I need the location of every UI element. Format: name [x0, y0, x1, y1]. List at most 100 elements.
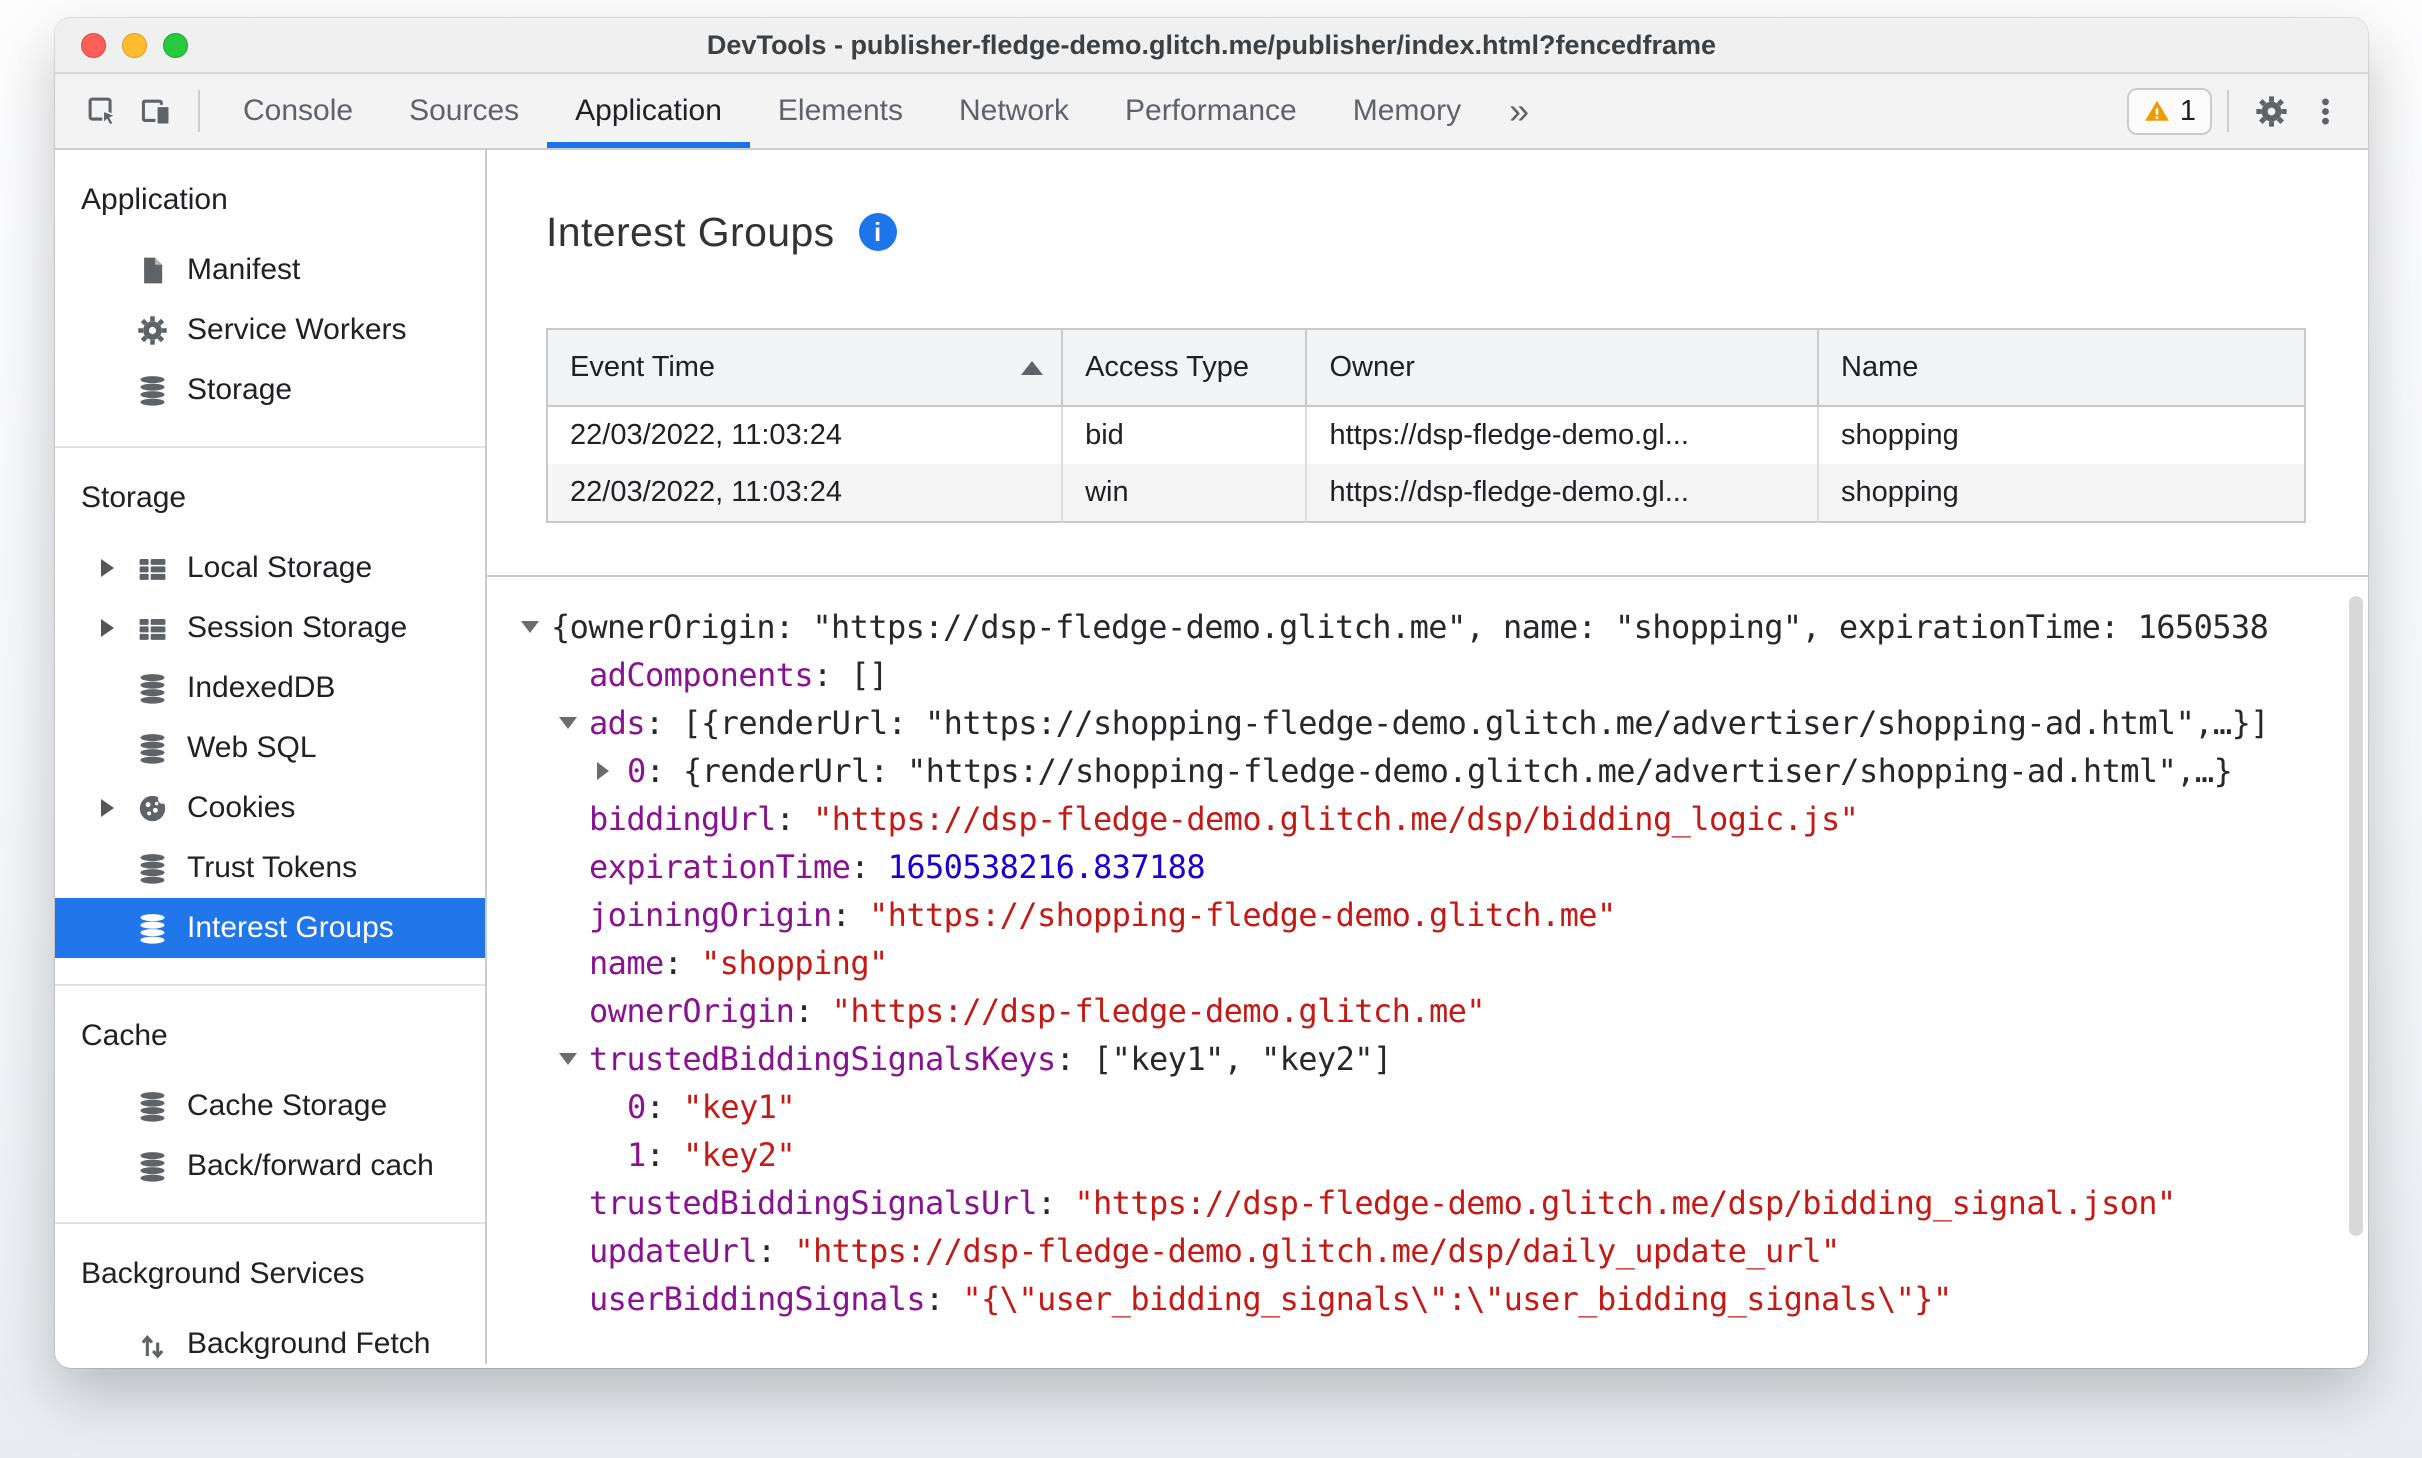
page-title: Interest Groups [546, 209, 835, 255]
table-row[interactable]: 22/03/2022, 11:03:24 win https://dsp-fledg… [547, 464, 2305, 522]
sidebar-item-indexeddb[interactable]: IndexedDB [55, 658, 485, 718]
toolbar-separator [198, 90, 200, 132]
collapse-arrow-icon[interactable] [559, 1053, 589, 1065]
sidebar-item-manifest[interactable]: Manifest [55, 240, 485, 300]
inspect-element-button[interactable] [75, 82, 129, 140]
application-sidebar: Application Manifest Service Workers Storag… [55, 150, 487, 1364]
panel-tabs: Console Sources Application Elements Network… [215, 74, 1549, 148]
expand-arrow-icon[interactable] [99, 799, 137, 817]
json-preview-text: : [924, 1280, 963, 1318]
tab-elements[interactable]: Elements [750, 74, 931, 148]
json-key: userBiddingSignals [589, 1280, 926, 1318]
sidebar-section-title: Application [81, 183, 228, 216]
sidebar-item-service-workers[interactable]: Service Workers [55, 300, 485, 360]
interest-groups-panel: Interest Groups i Event Time Access Type O… [487, 150, 2368, 1364]
tree-line[interactable]: expirationTime: 1650538216.837188 [521, 843, 2368, 891]
sidebar-section-title: Cache [81, 1019, 168, 1052]
tree-line[interactable]: biddingUrl: "https://dsp-fledge-demo.gli… [521, 795, 2368, 843]
sidebar-item-storage[interactable]: Storage [55, 360, 485, 420]
tree-line[interactable]: 0: {renderUrl: "https://shopping-fledge-… [521, 747, 2368, 795]
sidebar-item-trust-tokens[interactable]: Trust Tokens [55, 838, 485, 898]
tree-line[interactable]: userBiddingSignals: "{\"user_bidding_sig… [521, 1275, 2368, 1323]
table-row[interactable]: 22/03/2022, 11:03:24 bid https://dsp-fledg… [547, 406, 2305, 464]
json-string-value: "https://shopping-fledge-demo.glitch.me" [869, 896, 1616, 934]
sidebar-item-background-fetch[interactable]: Background Fetch [55, 1314, 485, 1364]
column-header-owner[interactable]: Owner [1306, 329, 1820, 407]
more-tabs-button[interactable]: » [1489, 74, 1549, 148]
sidebar-item-cache-storage[interactable]: Cache Storage [55, 1076, 485, 1136]
sidebar-section-background-services: Background Services Background Fetch [55, 1222, 485, 1364]
vertical-scrollbar[interactable] [2349, 596, 2363, 1236]
json-number-value: 1650538216.837188 [887, 848, 1206, 886]
sidebar-item-label: Local Storage [187, 551, 373, 584]
sidebar-item-label: Web SQL [187, 731, 317, 764]
database-icon [137, 375, 169, 406]
expand-arrow-icon[interactable] [597, 762, 627, 780]
zoom-window-button[interactable] [163, 32, 188, 58]
json-key: joiningOrigin [589, 896, 832, 934]
database-icon [137, 853, 169, 884]
table-cell: 22/03/2022, 11:03:24 [547, 464, 1064, 522]
tab-application[interactable]: Application [547, 74, 750, 148]
tree-line[interactable]: name: "shopping" [521, 939, 2368, 987]
gear-icon [2255, 95, 2288, 128]
sidebar-item-label: Background Fetch [187, 1327, 431, 1360]
toggle-device-toolbar-button[interactable] [129, 82, 183, 140]
info-icon[interactable]: i [858, 213, 897, 251]
tab-sources[interactable]: Sources [381, 74, 547, 148]
expand-arrow-icon[interactable] [99, 619, 137, 637]
sidebar-item-session-storage[interactable]: Session Storage [55, 598, 485, 658]
close-window-button[interactable] [81, 32, 106, 58]
tree-line[interactable]: ownerOrigin: "https://dsp-fledge-demo.gl… [521, 987, 2368, 1035]
tree-line[interactable]: adComponents: [] [521, 651, 2368, 699]
json-key: trustedBiddingSignalsUrl [589, 1184, 1038, 1222]
sidebar-section-application: Application Manifest Service Workers Storag… [55, 150, 485, 446]
tab-network[interactable]: Network [931, 74, 1097, 148]
expand-arrow-icon[interactable] [99, 559, 137, 577]
tree-line[interactable]: joiningOrigin: "https://shopping-fledge-… [521, 891, 2368, 939]
tree-line[interactable]: {ownerOrigin: "https://dsp-fledge-demo.g… [521, 603, 2368, 651]
issues-badge[interactable]: 1 [2126, 87, 2212, 135]
json-key: name [589, 944, 664, 982]
gear-icon [137, 315, 169, 346]
more-options-button[interactable] [2298, 82, 2352, 140]
json-string-value: "shopping" [701, 944, 888, 982]
tab-console[interactable]: Console [215, 74, 381, 148]
tree-line[interactable]: trustedBiddingSignalsUrl: "https://dsp-f… [521, 1179, 2368, 1227]
minimize-window-button[interactable] [122, 32, 147, 58]
tree-line[interactable]: trustedBiddingSignalsKeys: ["key1", "key… [521, 1035, 2368, 1083]
tree-line[interactable]: updateUrl: "https://dsp-fledge-demo.glit… [521, 1227, 2368, 1275]
column-header-access-type[interactable]: Access Type [1062, 329, 1308, 407]
json-preview-text: : [] [813, 656, 888, 694]
sidebar-item-back-forward-cach[interactable]: Back/forward cach [55, 1136, 485, 1196]
sidebar-item-local-storage[interactable]: Local Storage [55, 538, 485, 598]
column-header-event-time[interactable]: Event Time [547, 329, 1064, 407]
tree-line[interactable]: 1: "key2" [521, 1131, 2368, 1179]
json-preview-text: : [831, 896, 869, 934]
json-string-value: "{\"user_bidding_signals\":\"user_biddin… [962, 1280, 1952, 1318]
tab-memory[interactable]: Memory [1325, 74, 1489, 148]
sidebar-item-label: Storage [187, 373, 293, 406]
json-key: biddingUrl [589, 800, 776, 838]
settings-button[interactable] [2244, 82, 2298, 140]
json-string-value: "https://dsp-fledge-demo.glitch.me/dsp/d… [794, 1232, 1840, 1270]
sidebar-item-cookies[interactable]: Cookies [55, 778, 485, 838]
table-cell: bid [1062, 406, 1308, 464]
devtools-content: Application Manifest Service Workers Storag… [55, 150, 2368, 1364]
sort-ascending-icon [1021, 360, 1044, 375]
tab-performance[interactable]: Performance [1097, 74, 1325, 148]
sidebar-item-interest-groups[interactable]: Interest Groups [55, 898, 485, 958]
json-preview-text: : [775, 800, 814, 838]
json-string-value: "https://dsp-fledge-demo.glitch.me/dsp/b… [1074, 1184, 2176, 1222]
column-header-name[interactable]: Name [1818, 329, 2305, 407]
grid-icon [137, 553, 169, 584]
json-key: updateUrl [589, 1232, 758, 1270]
tree-line[interactable]: ads: [{renderUrl: "https://shopping-fled… [521, 699, 2368, 747]
database-icon [137, 913, 169, 944]
tree-line[interactable]: 0: "key1" [521, 1083, 2368, 1131]
devtools-toolbar: Console Sources Application Elements Network… [55, 74, 2368, 150]
collapse-arrow-icon[interactable] [559, 717, 589, 729]
table-cell: win [1062, 464, 1308, 522]
sidebar-item-web-sql[interactable]: Web SQL [55, 718, 485, 778]
collapse-arrow-icon[interactable] [521, 621, 551, 633]
